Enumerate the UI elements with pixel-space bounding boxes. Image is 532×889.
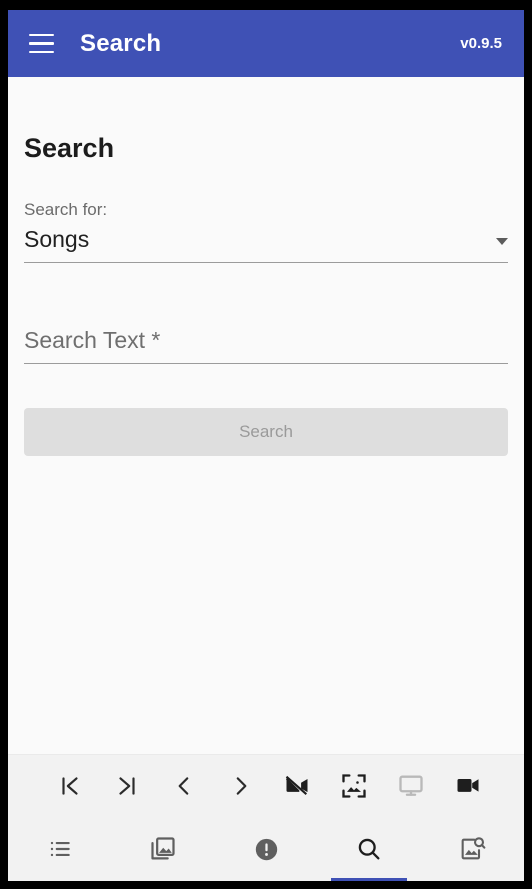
bottom-navigation [8,817,524,881]
app-bar: Search v0.9.5 [8,10,524,77]
hamburger-bar [28,50,54,54]
monitor-icon[interactable] [383,755,440,817]
previous-icon[interactable] [156,755,213,817]
search-text-field [24,327,508,364]
bottom-toolbar [8,754,524,881]
search-button[interactable]: Search [24,408,508,456]
nav-search-icon[interactable] [318,817,421,881]
hamburger-bar [28,33,54,37]
nav-alert-icon[interactable] [214,817,317,881]
nav-image-search-icon[interactable] [421,817,524,881]
nav-active-indicator [331,878,408,881]
page-title: Search [24,133,115,163]
hamburger-menu-icon[interactable] [18,21,64,67]
main-content: Search Search for: Songs Search [8,77,524,754]
search-for-field: Search for: Songs [24,200,508,263]
next-icon[interactable] [212,755,269,817]
search-for-label: Search for: [24,200,108,219]
chevron-down-icon [496,238,508,245]
videocam-icon[interactable] [439,755,496,817]
search-for-select[interactable]: Songs [24,226,508,263]
videocam-off-icon[interactable] [269,755,326,817]
app-version-label: v0.9.5 [460,35,502,52]
image-scan-icon[interactable] [326,755,383,817]
hamburger-bar [28,42,54,45]
search-text-underline[interactable] [24,327,508,364]
nav-photo-library-icon[interactable] [111,817,214,881]
skip-to-first-icon[interactable] [42,755,99,817]
toolbar-row [8,755,524,817]
app-bar-title: Search [80,29,162,57]
search-text-input[interactable] [24,327,508,354]
search-for-value: Songs [24,226,90,252]
device-screen: Search v0.9.5 Search Search for: Songs S… [8,10,524,881]
skip-to-last-icon[interactable] [99,755,156,817]
nav-list-icon[interactable] [8,817,111,881]
